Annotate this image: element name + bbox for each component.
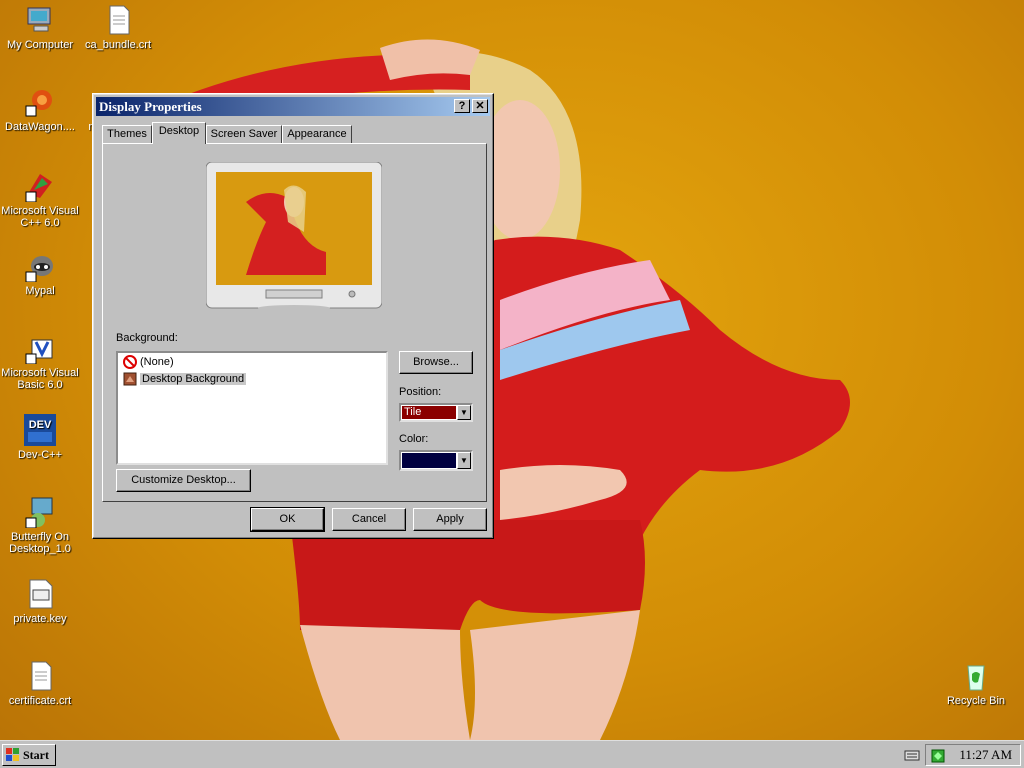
background-item-desktop-background[interactable]: Desktop Background	[122, 371, 247, 387]
system-tray: 11:27 AM	[925, 744, 1021, 766]
desktop-icon-certificate[interactable]: certificate.crt	[0, 660, 80, 707]
desktop-icon-label: Microsoft Visual C++ 6.0	[1, 205, 79, 229]
tab-appearance[interactable]: Appearance	[282, 125, 352, 143]
datawagon-icon	[24, 86, 56, 118]
desktop-icon-label: My Computer	[6, 39, 74, 51]
desktop-icon-label: DataWagon....	[5, 121, 75, 133]
svg-text:DEV: DEV	[29, 419, 52, 431]
none-icon	[123, 355, 137, 369]
background-listbox[interactable]: (None) Desktop Background	[116, 351, 388, 465]
desktop-icon-private-key[interactable]: private.key	[0, 578, 80, 625]
desktop-icon-label: Mypal	[25, 285, 55, 297]
windows-logo-icon	[6, 748, 20, 768]
desktop-icon-visual-basic[interactable]: Microsoft Visual Basic 6.0	[0, 332, 80, 391]
background-label: Background:	[116, 332, 178, 344]
my-computer-icon	[24, 4, 56, 36]
dialog-title: Display Properties	[99, 99, 202, 114]
background-item-label: Desktop Background	[140, 373, 247, 385]
start-label: Start	[23, 748, 49, 762]
position-value: Tile	[402, 406, 456, 419]
certificate-file-icon	[102, 4, 134, 36]
butterfly-icon	[24, 496, 56, 529]
desktop-icon-butterfly[interactable]: Butterfly On Desktop_1.0	[0, 496, 80, 555]
desktop-icon-label: private.key	[13, 613, 67, 625]
taskbar: Start 11:27 AM	[0, 740, 1024, 768]
desktop-icon-label: Dev-C++	[17, 449, 63, 461]
apply-button[interactable]: Apply	[413, 508, 487, 531]
close-button[interactable]: ✕	[472, 99, 488, 113]
recycle-bin-icon	[960, 660, 992, 692]
position-label: Position:	[399, 386, 442, 398]
clock[interactable]: 11:27 AM	[959, 745, 1012, 765]
desktop-icon-label: Recycle Bin	[946, 695, 1006, 707]
color-swatch	[402, 453, 456, 468]
desktop-icon-datawagon[interactable]: DataWagon....	[0, 86, 80, 133]
color-label: Color:	[399, 433, 429, 445]
desktop-icon-recycle-bin[interactable]: Recycle Bin	[936, 660, 1016, 707]
desktop-icon-mypal[interactable]: Mypal	[0, 250, 80, 297]
ok-button[interactable]: OK	[250, 507, 325, 532]
network-icon[interactable]	[930, 748, 946, 767]
background-item-label: (None)	[140, 356, 174, 368]
tab-desktop[interactable]: Desktop	[152, 122, 206, 144]
visual-basic-icon	[24, 332, 56, 365]
browse-button[interactable]: Browse...	[399, 351, 473, 374]
desktop-icon-label: ca_bundle.crt	[84, 39, 152, 51]
certificate-file-icon	[24, 660, 56, 692]
start-button[interactable]: Start	[2, 744, 56, 766]
help-button[interactable]: ?	[454, 99, 470, 113]
desktop-icon-ca-bundle[interactable]: ca_bundle.crt	[78, 4, 158, 51]
dialog-titlebar[interactable]: Display Properties ? ✕	[96, 97, 490, 116]
mypal-icon	[24, 250, 56, 283]
desktop-icon-visual-cpp[interactable]: Microsoft Visual C++ 6.0	[0, 170, 80, 229]
color-picker-button[interactable]: ▼	[399, 450, 473, 471]
chevron-down-icon[interactable]: ▼	[457, 405, 471, 420]
tab-themes[interactable]: Themes	[102, 125, 152, 143]
background-item-none[interactable]: (None)	[122, 354, 174, 370]
customize-desktop-button[interactable]: Customize Desktop...	[116, 469, 251, 492]
position-select[interactable]: Tile ▼	[399, 403, 473, 422]
keyboard-icon[interactable]	[904, 748, 920, 765]
desktop-icon-label: Microsoft Visual Basic 6.0	[1, 367, 79, 391]
devcpp-icon: DEV	[24, 414, 56, 446]
desktop-icon-my-computer[interactable]: My Computer	[0, 4, 80, 51]
chevron-down-icon[interactable]: ▼	[457, 452, 471, 469]
tab-screen-saver[interactable]: Screen Saver	[206, 125, 282, 143]
desktop-icon-label: certificate.crt	[8, 695, 72, 707]
desktop-icon-devcpp[interactable]: DEV Dev-C++	[0, 414, 80, 461]
display-properties-dialog: Display Properties ? ✕ Themes Desktop Sc…	[92, 93, 494, 539]
desktop-icon-label: Butterfly On Desktop_1.0	[9, 531, 71, 555]
key-file-icon	[24, 578, 56, 610]
visual-cpp-icon	[24, 170, 56, 203]
picture-icon	[123, 372, 137, 386]
wallpaper-preview-monitor	[206, 162, 382, 310]
cancel-button[interactable]: Cancel	[332, 508, 406, 531]
